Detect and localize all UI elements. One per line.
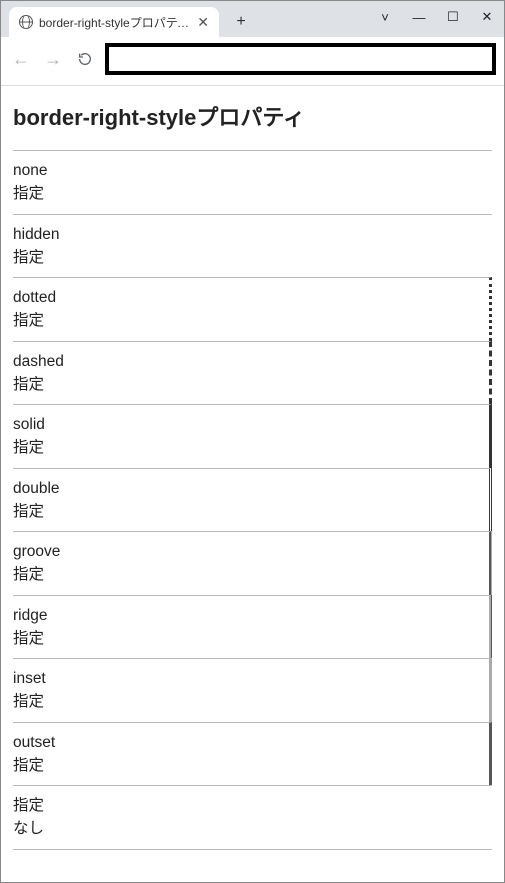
example-block: double指定 <box>13 468 492 532</box>
example-block: groove指定 <box>13 531 492 595</box>
example-line2: 指定 <box>13 690 489 713</box>
example-line2: 指定 <box>13 246 492 269</box>
address-bar[interactable] <box>105 43 496 75</box>
example-line1: outset <box>13 731 489 754</box>
new-tab-button[interactable]: + <box>227 8 255 36</box>
example-line1: double <box>13 477 489 500</box>
example-line1: ridge <box>13 604 489 627</box>
example-block: hidden指定 <box>13 214 492 278</box>
forward-button[interactable]: → <box>41 47 65 71</box>
page-title: border-right-styleプロパティ <box>13 100 492 132</box>
page-content: border-right-styleプロパティ none指定hidden指定do… <box>1 86 504 882</box>
examples-list: none指定hidden指定dotted指定dashed指定solid指定dou… <box>13 150 492 850</box>
reload-icon <box>77 51 93 67</box>
titlebar: border-right-styleプロパティサン ✕ + ˅ — ☐ ✕ <box>1 1 504 37</box>
example-block: ridge指定 <box>13 595 492 659</box>
maximize-button[interactable]: ☐ <box>436 3 470 31</box>
close-window-button[interactable]: ✕ <box>470 3 504 31</box>
example-line2: 指定 <box>13 563 489 586</box>
example-line1: dotted <box>13 286 489 309</box>
example-line2: なし <box>13 817 492 840</box>
example-line2: 指定 <box>13 436 489 459</box>
example-line2: 指定 <box>13 500 489 523</box>
example-block: dotted指定 <box>13 277 492 341</box>
example-block: solid指定 <box>13 404 492 468</box>
example-line1: groove <box>13 540 489 563</box>
example-block: 指定なし <box>13 785 492 850</box>
example-block: inset指定 <box>13 658 492 722</box>
example-line2: 指定 <box>13 627 489 650</box>
url-input[interactable] <box>109 47 492 71</box>
tab-close-button[interactable]: ✕ <box>197 14 209 31</box>
example-block: none指定 <box>13 150 492 214</box>
example-line2: 指定 <box>13 754 489 777</box>
example-line2: 指定 <box>13 182 492 205</box>
tab-title: border-right-styleプロパティサン <box>39 14 191 31</box>
example-line2: 指定 <box>13 309 489 332</box>
reload-button[interactable] <box>73 47 97 71</box>
example-block: outset指定 <box>13 722 492 786</box>
example-line1: hidden <box>13 223 492 246</box>
example-line2: 指定 <box>13 373 489 396</box>
globe-icon <box>19 15 33 29</box>
example-block: dashed指定 <box>13 341 492 405</box>
example-line1: dashed <box>13 350 489 373</box>
browser-chrome: border-right-styleプロパティサン ✕ + ˅ — ☐ ✕ ← … <box>1 1 504 86</box>
window-controls: ˅ — ☐ ✕ <box>368 1 504 33</box>
example-line1: inset <box>13 667 489 690</box>
example-line1: 指定 <box>13 794 492 817</box>
browser-tab[interactable]: border-right-styleプロパティサン ✕ <box>9 7 219 37</box>
example-line1: solid <box>13 413 489 436</box>
minimize-button[interactable]: — <box>402 3 436 31</box>
chevron-down-icon[interactable]: ˅ <box>368 3 402 31</box>
toolbar: ← → <box>1 37 504 86</box>
example-line1: none <box>13 159 492 182</box>
back-button[interactable]: ← <box>9 47 33 71</box>
